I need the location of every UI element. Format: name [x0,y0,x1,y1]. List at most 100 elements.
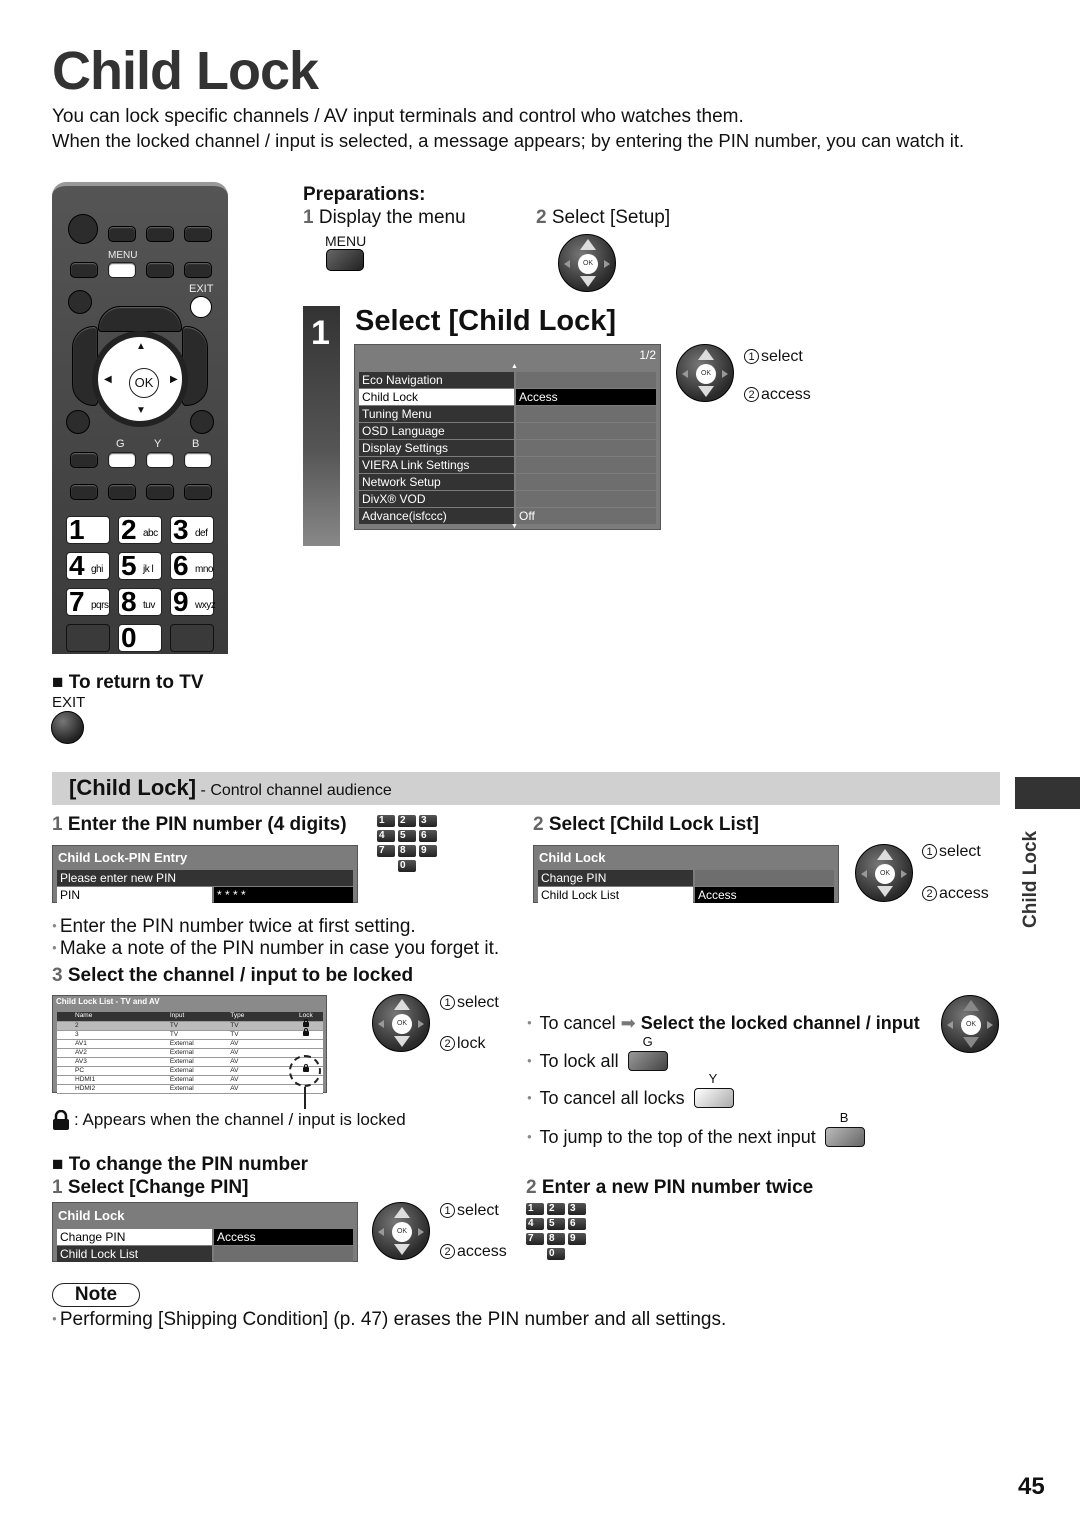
menu-item-change-pin[interactable]: Change PIN Access [57,1229,353,1245]
number-key-5: 5 jk l [118,550,162,581]
lock-legend-text: : Appears when the channel / input is lo… [74,1110,406,1129]
cell-type: AV [228,1048,289,1058]
annotation-select: 1 select [440,1202,499,1220]
column-header: Type [228,1012,289,1022]
green-button-icon: G [627,1034,668,1071]
navigation-pad-icon: OK [558,234,616,292]
exit-button-icon [51,711,84,744]
pin-input[interactable]: * * * * [214,887,353,903]
scroll-up-icon: ▲ [511,363,518,370]
cell-type: TV [228,1030,289,1040]
remote-button [108,226,136,242]
menu-item-change-pin[interactable]: Change PIN [538,870,834,886]
table-row[interactable]: AV2 External AV [57,1048,323,1058]
step-number: 1 [303,207,314,228]
column-header: Input [167,1012,229,1022]
cell-input: TV [167,1030,229,1040]
menu-item-advance-isfccc[interactable]: Advance(isfccc) Off [359,508,656,524]
menu-item-divx-vod[interactable]: DivX® VOD [359,491,656,507]
section-subtitle: - Control channel audience [196,782,392,799]
osd-title: Child Lock [539,850,606,865]
lock-icon [302,1027,309,1036]
side-tab-label: Child Lock [1020,830,1041,928]
lock-channels-heading: 3 Select the channel / input to be locke… [52,965,414,986]
remote-button [98,306,182,332]
child-lock-list-osd: Child Lock List - TV and AV Name Input T… [52,995,327,1094]
remote-button [70,484,98,500]
navigation-pad-icon: OK [676,344,734,402]
g-label: G [116,438,125,450]
menu-item-network-setup[interactable]: Network Setup [359,474,656,490]
pin-entry-osd: Child Lock-PIN Entry Please enter new PI… [52,845,358,903]
pin-field-row[interactable]: PIN * * * * [57,887,353,903]
green-button [108,452,136,468]
remote-button [66,410,90,434]
prep-step-2: 2 Select [Setup] [536,207,670,229]
menu-item-display-settings[interactable]: Display Settings [359,440,656,456]
remote-button [184,484,212,500]
cell-type: AV [228,1084,289,1094]
cell-input: TV [167,1021,229,1031]
b-label: B [192,438,200,450]
cell-name: PC [57,1066,168,1076]
blue-button-icon: B [824,1110,865,1147]
table-row[interactable]: AV3 External AV [57,1057,323,1067]
navigation-pad-icon: OK [372,994,430,1052]
number-key-8: 8 tuv [118,586,162,617]
cell-name: HDMI1 [57,1075,168,1085]
annotation-select: 1 select [440,994,499,1012]
intro-line-2: When the locked channel / input is selec… [52,130,965,151]
remote-button [184,226,212,242]
section-header: [Child Lock] - Control channel audience [52,772,1000,805]
select-list-heading: 2 Select [Child Lock List] [533,814,759,835]
table-row[interactable]: HDMI1 External AV [57,1075,323,1085]
page-title: Child Lock [52,41,319,101]
remote-button [190,410,214,434]
osd-title: Child Lock-PIN Entry [58,850,188,865]
menu-button-icon [326,249,364,271]
remote-control-illustration: MENU EXIT ▲ ◀ ▶ ▼ OK G Y B 1 2 abc 3 def 4… [52,182,228,654]
dpad: ▲ ◀ ▶ ▼ OK [92,331,188,427]
menu-item-child-lock[interactable]: Child Lock Access [359,389,656,405]
number-key-2: 2 abc [118,514,162,545]
remote-button [170,624,214,652]
cell-lock [288,1039,323,1049]
menu-label: MENU [108,250,138,261]
ok-button: OK [129,368,159,398]
cell-name: HDMI2 [57,1084,168,1094]
table-row[interactable]: 2 TV TV [57,1018,323,1031]
menu-item-child-lock-list[interactable]: Child Lock List Access [538,887,834,903]
menu-button [108,262,136,278]
navigation-pad-icon: OK [941,995,999,1053]
right-arrow-icon: ▶ [170,374,178,385]
menu-item-tuning-menu[interactable]: Tuning Menu [359,406,656,422]
highlight-ring [289,1055,321,1087]
cell-name: 3 [57,1030,168,1040]
table-row[interactable]: AV1 External AV [57,1039,323,1049]
cell-type: AV [228,1075,289,1085]
cell-input: External [167,1039,229,1049]
menu-item-child-lock-list[interactable]: Child Lock List [57,1246,353,1262]
menu-item-eco-navigation[interactable]: Eco Navigation [359,372,656,388]
lock-icon [302,1018,309,1027]
number-key-4: 4 ghi [66,550,110,581]
intro-line-1: You can lock specific channels / AV inpu… [52,106,744,127]
remote-button [66,624,110,652]
cell-input: External [167,1084,229,1094]
callout-line [304,1087,306,1109]
change-pin-osd: Child Lock Change PIN Access Child Lock L… [52,1202,358,1262]
navigation-pad-icon: OK [372,1202,430,1260]
table-row[interactable]: HDMI2 External AV [57,1084,323,1094]
child-lock-table: Name Input Type Lock 2 TV TV 3 TV TV AV1 Extern… [57,1012,323,1094]
down-arrow-icon: ▼ [136,405,146,416]
remote-button [184,262,212,278]
menu-item-viera-link-settings[interactable]: VIERA Link Settings [359,457,656,473]
navigation-pad-icon: OK [855,844,913,902]
number-key-9: 9 wxyz [170,586,216,617]
table-row[interactable]: PC External AV [57,1063,323,1076]
cell-name: 2 [57,1021,168,1031]
menu-item-osd-language[interactable]: OSD Language [359,423,656,439]
table-row[interactable]: 3 TV TV [57,1027,323,1040]
remote-button [146,262,174,278]
preparations-heading: Preparations: [303,184,426,205]
